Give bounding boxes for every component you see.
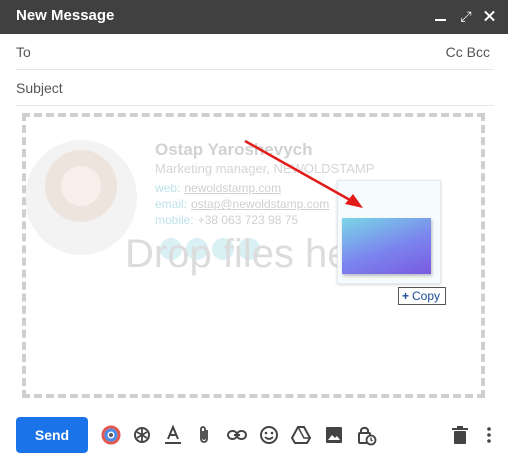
subject-field[interactable]: Subject [16, 70, 494, 106]
text-format-icon[interactable] [162, 424, 184, 446]
link-icon[interactable] [226, 424, 248, 446]
confidential-icon[interactable] [355, 424, 377, 446]
photo-icon[interactable] [323, 424, 345, 446]
plus-icon: + [402, 289, 410, 303]
more-icon[interactable] [478, 424, 500, 446]
trash-icon[interactable] [449, 424, 471, 446]
send-button[interactable]: Send [16, 417, 88, 453]
minimize-icon[interactable] [431, 6, 451, 26]
drive-icon[interactable] [290, 424, 312, 446]
copy-label: Copy [412, 289, 441, 303]
attach-icon[interactable] [193, 424, 215, 446]
formatting-icon[interactable] [100, 424, 122, 446]
dragged-file-preview[interactable] [337, 180, 441, 284]
dragged-image-thumbnail [342, 218, 431, 274]
to-label: To [16, 44, 31, 60]
emoji-icon[interactable] [258, 424, 280, 446]
compose-titlebar[interactable]: New Message ⤢ [0, 0, 508, 34]
to-field[interactable]: To Cc Bcc [16, 34, 494, 70]
ai-icon[interactable] [131, 424, 153, 446]
expand-icon[interactable]: ⤢ [456, 6, 476, 26]
cc-bcc-link[interactable]: Cc Bcc [446, 44, 490, 60]
compose-toolbar: Send [0, 410, 508, 460]
copy-badge: + Copy [398, 287, 447, 305]
subject-label: Subject [16, 80, 63, 96]
close-icon[interactable] [480, 6, 500, 26]
window-title: New Message [16, 7, 115, 24]
